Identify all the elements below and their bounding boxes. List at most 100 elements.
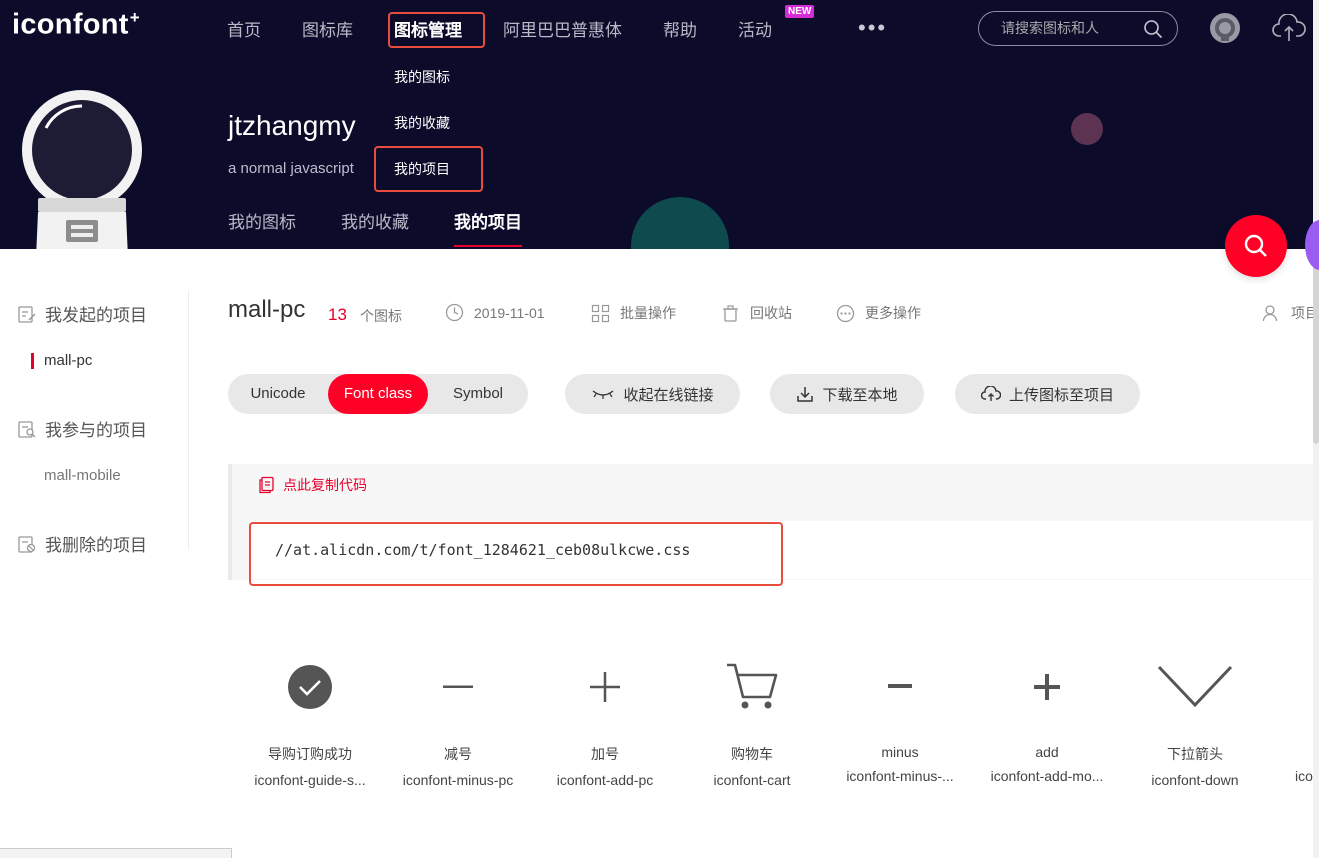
copy-icon bbox=[259, 476, 274, 494]
astronaut-avatar bbox=[22, 90, 142, 249]
page-scrollbar[interactable] bbox=[1313, 0, 1319, 858]
icon-name: 加号 bbox=[591, 746, 619, 762]
project-title: mall-pc bbox=[228, 296, 306, 323]
project-settings-button[interactable]: 项目 bbox=[1262, 303, 1319, 323]
plus-bold-icon bbox=[977, 660, 1117, 714]
icon-count-label: 个图标 bbox=[360, 308, 402, 324]
icon-card[interactable]: 减号 iconfont-minus-pc bbox=[388, 660, 528, 788]
sidebar-group-started[interactable]: 我发起的项目 bbox=[17, 301, 147, 326]
icon-class: iconfont-cart bbox=[713, 772, 791, 788]
iconfont-logo[interactable]: iconfont+ bbox=[12, 8, 140, 42]
plus-icon bbox=[535, 660, 675, 714]
icon-card[interactable]: minus iconfont-minus-... bbox=[830, 660, 970, 784]
username: jtzhangmy bbox=[228, 110, 356, 141]
status-bar-url bbox=[0, 848, 232, 858]
upload-icon-button[interactable]: 上传图标至项目 bbox=[955, 374, 1140, 414]
tab-my-icons[interactable]: 我的图标 bbox=[228, 208, 296, 245]
icon-name: 下拉箭头 bbox=[1167, 746, 1223, 762]
decorative-circle bbox=[1071, 113, 1103, 145]
nav-puhuiti-font[interactable]: 阿里巴巴普惠体 bbox=[503, 16, 622, 41]
icon-class: iconfont-minus-pc bbox=[402, 772, 514, 788]
icon-class: iconfont-guide-s... bbox=[254, 772, 366, 788]
nav-icon-library[interactable]: 图标库 bbox=[302, 16, 353, 41]
more-operations-button[interactable]: 更多操作 bbox=[836, 303, 921, 323]
cloud-upload-icon[interactable] bbox=[1272, 13, 1306, 47]
icon-class: iconfont-add-pc bbox=[556, 772, 654, 788]
user-group-icon bbox=[1262, 304, 1278, 321]
sidebar-group-deleted[interactable]: 我删除的项目 bbox=[17, 531, 147, 556]
sidebar-group-joined[interactable]: 我参与的项目 bbox=[17, 416, 147, 441]
nav-help[interactable]: 帮助 bbox=[663, 16, 697, 41]
user-bio: a normal javascript bbox=[228, 160, 354, 177]
format-symbol[interactable]: Symbol bbox=[428, 374, 528, 414]
search-input[interactable] bbox=[1001, 20, 1131, 36]
tab-my-projects[interactable]: 我的项目 bbox=[454, 208, 522, 247]
format-font-class[interactable]: Font class bbox=[328, 374, 428, 414]
icon-class: iconfont-minus-... bbox=[846, 768, 954, 784]
decorative-circle bbox=[631, 197, 729, 249]
batch-operation-button[interactable]: 批量操作 bbox=[591, 303, 676, 323]
icon-count: 13 bbox=[328, 305, 347, 324]
sidebar-project-mall-pc[interactable]: mall-pc bbox=[30, 352, 92, 369]
profile-header: iconfont+ 首页 图标库 图标管理 阿里巴巴普惠体 帮助 活动 NEW … bbox=[0, 0, 1313, 249]
icon-card[interactable]: ico bbox=[1295, 660, 1313, 784]
icon-name: add bbox=[1035, 744, 1059, 760]
search-icon bbox=[1244, 234, 1267, 257]
highlight-box bbox=[388, 12, 485, 48]
icon-card[interactable]: 导购订购成功 iconfont-guide-s... bbox=[240, 660, 380, 788]
more-circle-icon bbox=[836, 304, 855, 322]
icon-card[interactable]: 购物车 iconfont-cart bbox=[682, 660, 822, 788]
sidebar-project-mall-mobile[interactable]: mall-mobile bbox=[44, 467, 121, 484]
icon-card[interactable]: 加号 iconfont-add-pc bbox=[535, 660, 675, 788]
grid-icon bbox=[591, 304, 610, 322]
icon-name: 购物车 bbox=[731, 746, 773, 762]
sidebar-group-label: 我发起的项目 bbox=[45, 306, 147, 325]
copy-code-label: 点此复制代码 bbox=[283, 477, 367, 493]
tab-my-favorites[interactable]: 我的收藏 bbox=[341, 208, 409, 245]
highlight-box bbox=[249, 522, 783, 586]
format-unicode[interactable]: Unicode bbox=[228, 374, 328, 414]
minus-bold-icon bbox=[830, 660, 970, 714]
collapse-link-label: 收起在线链接 bbox=[623, 386, 714, 404]
minus-icon bbox=[388, 660, 528, 714]
trash-icon bbox=[723, 304, 738, 322]
clock-icon bbox=[445, 303, 464, 322]
new-badge: NEW bbox=[785, 5, 815, 18]
upload-icon-label: 上传图标至项目 bbox=[1008, 386, 1114, 404]
global-search bbox=[978, 11, 1178, 46]
scrollbar-thumb[interactable] bbox=[1313, 249, 1319, 444]
dropdown-my-icons[interactable]: 我的图标 bbox=[394, 67, 450, 87]
search-icon[interactable] bbox=[1143, 19, 1163, 44]
icon-name bbox=[1295, 744, 1313, 760]
edit-doc-icon bbox=[18, 305, 36, 323]
user-avatar-icon[interactable] bbox=[1209, 12, 1241, 49]
download-label: 下载至本地 bbox=[822, 386, 898, 404]
closed-eye-icon bbox=[593, 390, 614, 399]
icon-class: ico bbox=[1295, 768, 1313, 784]
download-button[interactable]: 下载至本地 bbox=[770, 374, 924, 414]
nav-activity[interactable]: 活动 bbox=[738, 16, 772, 41]
icon-card[interactable]: add iconfont-add-mo... bbox=[977, 660, 1117, 784]
project-date: 2019-11-01 bbox=[445, 303, 545, 322]
dropdown-my-favorites[interactable]: 我的收藏 bbox=[394, 113, 450, 133]
more-nav-button[interactable]: ••• bbox=[858, 17, 887, 39]
icon-glyph-partial bbox=[1295, 660, 1313, 714]
copy-code-button[interactable]: 点此复制代码 bbox=[258, 475, 367, 495]
icon-class: iconfont-down bbox=[1151, 772, 1239, 788]
recycle-bin-button[interactable]: 回收站 bbox=[721, 303, 792, 323]
icon-name: 减号 bbox=[444, 746, 472, 762]
top-nav: 首页 图标库 图标管理 阿里巴巴普惠体 帮助 活动 bbox=[227, 16, 813, 41]
icon-name: minus bbox=[881, 744, 919, 760]
project-date-text: 2019-11-01 bbox=[474, 304, 545, 321]
more-operations-label: 更多操作 bbox=[865, 305, 921, 321]
search-doc-icon bbox=[18, 420, 36, 438]
cart-icon bbox=[682, 660, 822, 714]
sidebar-group-label: 我参与的项目 bbox=[45, 421, 147, 440]
cloud-upload-icon bbox=[980, 386, 1001, 401]
highlight-box bbox=[374, 146, 483, 192]
floating-search-button[interactable] bbox=[1225, 215, 1287, 277]
collapse-link-button[interactable]: 收起在线链接 bbox=[565, 374, 740, 414]
icon-card[interactable]: 下拉箭头 iconfont-down bbox=[1125, 660, 1265, 788]
nav-home[interactable]: 首页 bbox=[227, 16, 261, 41]
deleted-doc-icon bbox=[18, 535, 36, 553]
